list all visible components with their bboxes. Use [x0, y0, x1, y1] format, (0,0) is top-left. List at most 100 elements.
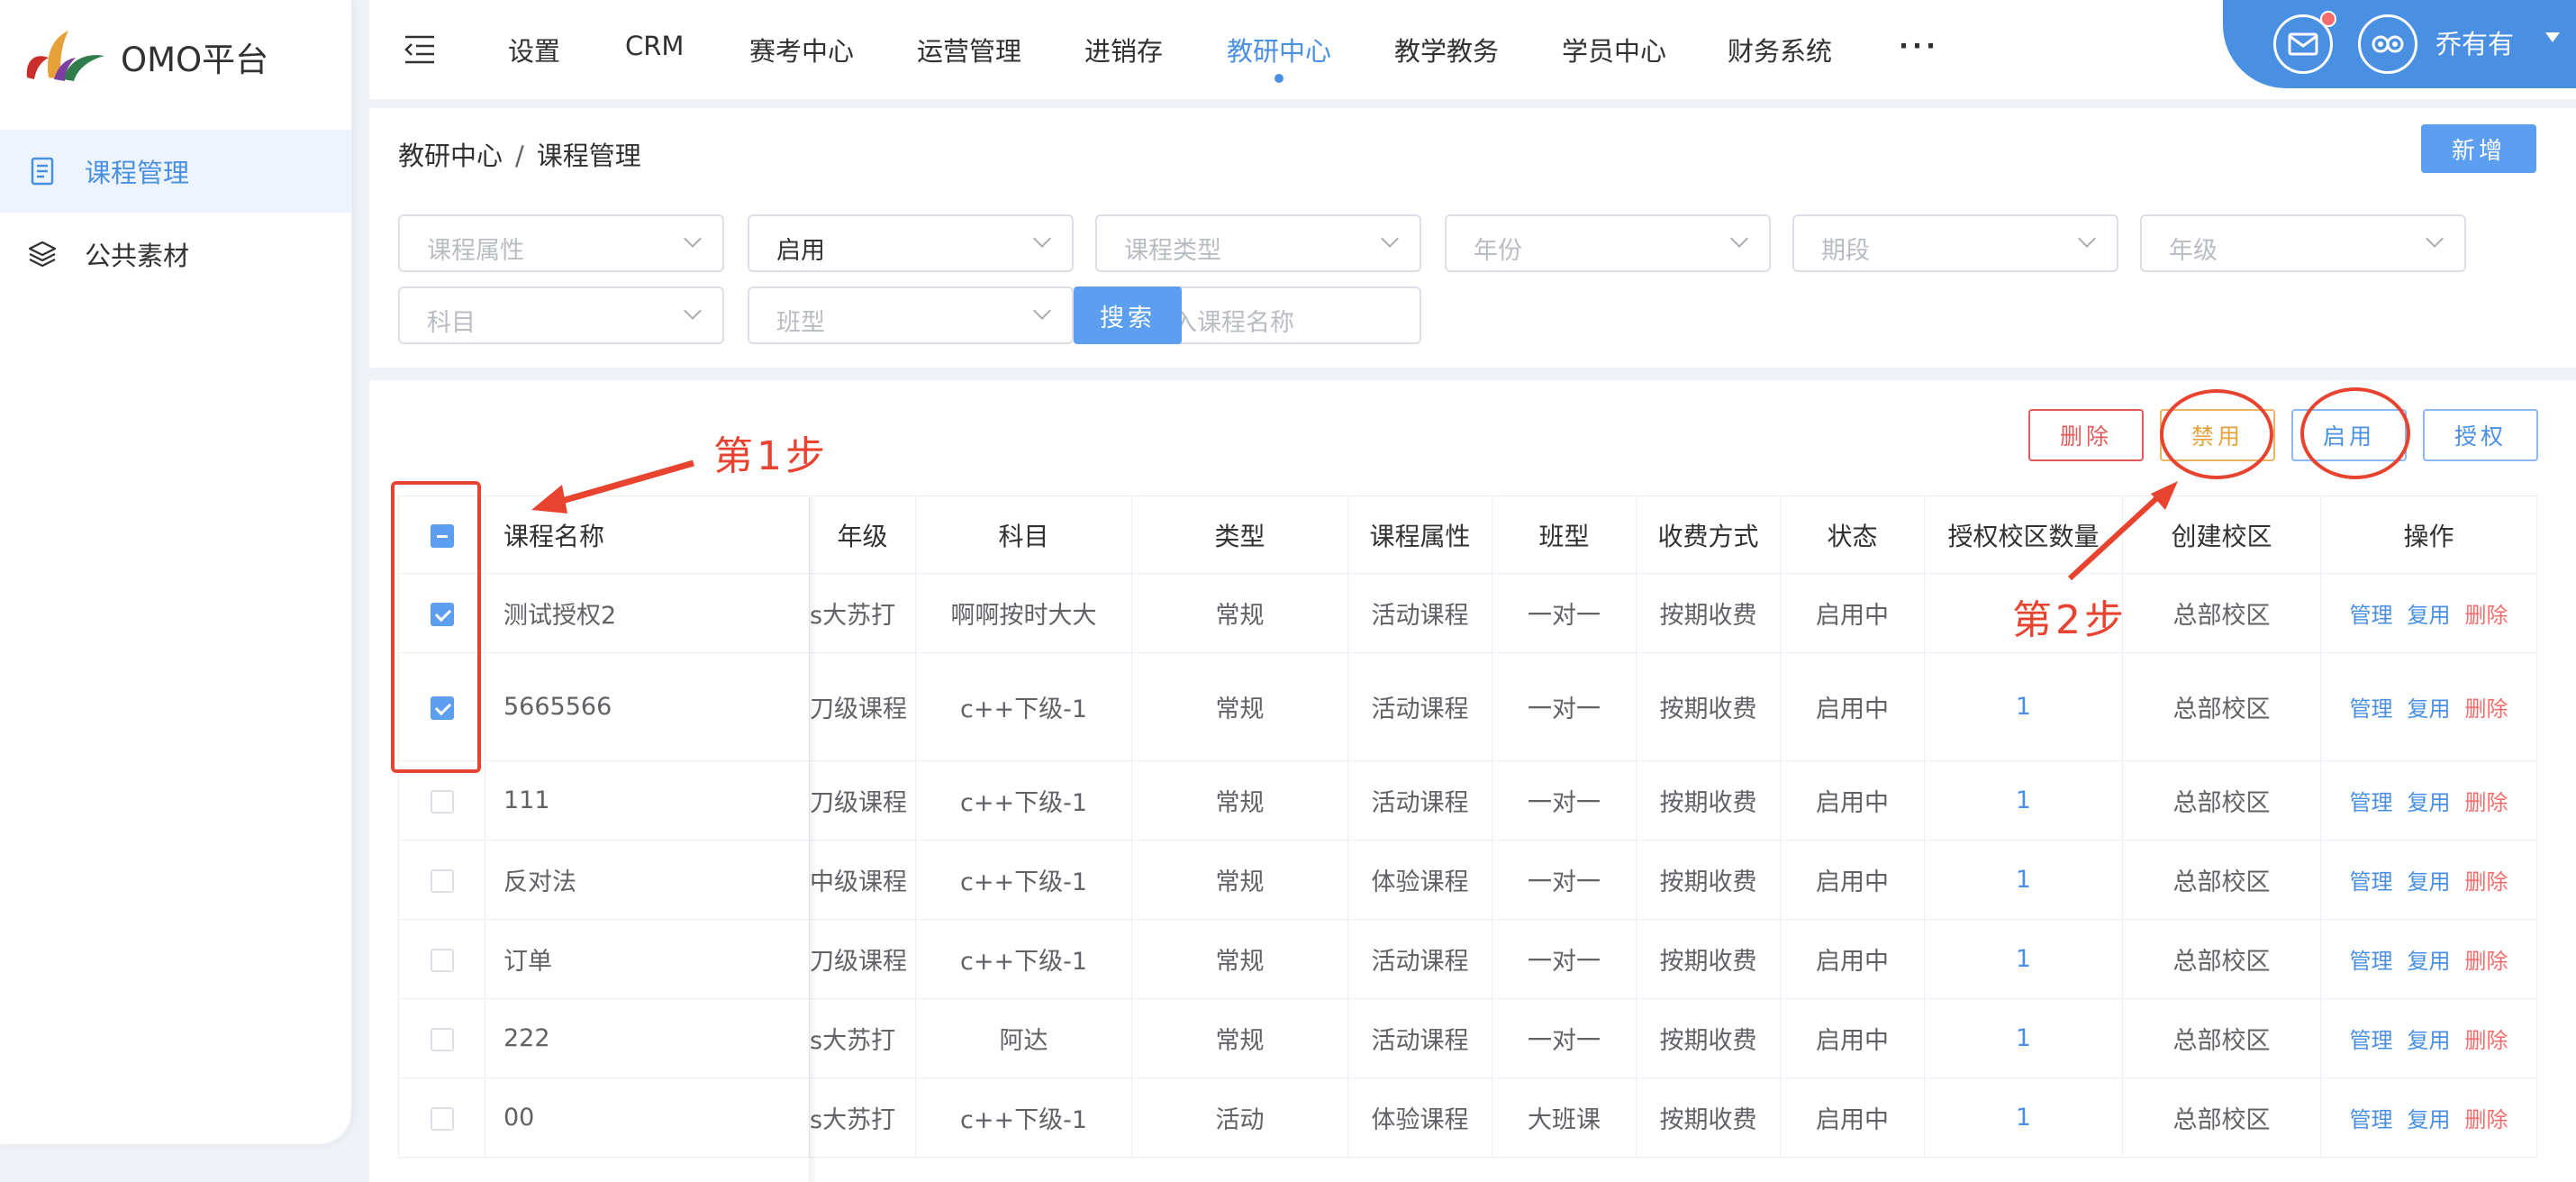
nav-settings[interactable]: 设置: [508, 31, 560, 68]
delete-link[interactable]: 删除: [2465, 1107, 2508, 1132]
manage-link[interactable]: 管理: [2350, 790, 2393, 815]
cell-type: 常规: [1131, 998, 1348, 1078]
step1-highlight-box: [391, 481, 481, 773]
nav-teaching-affairs[interactable]: 教学教务: [1394, 31, 1499, 68]
manage-link[interactable]: 管理: [2350, 1028, 2393, 1053]
delete-link[interactable]: 删除: [2465, 603, 2508, 628]
delete-link[interactable]: 删除: [2465, 1028, 2508, 1053]
sidebar-item-public-materials[interactable]: 公共素材: [0, 213, 351, 296]
search-button[interactable]: 搜索: [1074, 286, 1182, 344]
disable-highlight-circle: [2160, 389, 2273, 479]
reuse-link[interactable]: 复用: [2408, 790, 2451, 815]
chevron-down-icon: [2078, 230, 2096, 248]
cell-count: 1: [1924, 652, 2123, 761]
chevron-down-icon: [1033, 230, 1051, 248]
avatar[interactable]: [2358, 14, 2417, 74]
cell-name: 测试授权2: [485, 573, 810, 653]
row-checkbox[interactable]: [430, 1027, 454, 1051]
year-select[interactable]: 年份: [1445, 214, 1771, 272]
breadcrumb-current: 课程管理: [536, 141, 641, 171]
column-header: 类型: [1131, 496, 1348, 574]
layers-icon: [28, 241, 57, 268]
table-row: 5665566 刀级课程 c++下级-1 常规 活动课程 一对一 按期收费 启用中 1 总部校区管…: [398, 652, 2537, 761]
delete-link[interactable]: 删除: [2465, 696, 2508, 722]
cell-campus: 总部校区: [2122, 652, 2321, 761]
manage-link[interactable]: 管理: [2350, 869, 2393, 895]
fixed-column-shadow: [809, 497, 818, 1182]
authorize-button[interactable]: 授权: [2423, 409, 2538, 461]
brand-name: OMO平台: [121, 41, 269, 79]
cell-name: 222: [485, 998, 810, 1078]
cell-actions: 管理 复用 删除: [2320, 760, 2537, 841]
row-checkbox[interactable]: [430, 789, 454, 814]
manage-link[interactable]: 管理: [2350, 603, 2393, 628]
cell-status: 启用中: [1780, 760, 1925, 841]
course-type-select[interactable]: 课程类型: [1095, 214, 1421, 272]
select-placeholder: 年级: [2169, 237, 2218, 265]
delete-link[interactable]: 删除: [2465, 869, 2508, 895]
cell-grade: s大苏打: [809, 1077, 916, 1158]
cell-status: 启用中: [1780, 652, 1925, 761]
delete-link[interactable]: 删除: [2465, 949, 2508, 974]
subject-select[interactable]: 科目: [398, 286, 724, 344]
breadcrumb-parent[interactable]: 教研中心: [398, 141, 503, 171]
manage-link[interactable]: 管理: [2350, 696, 2393, 722]
cell-count: 1: [1924, 1077, 2123, 1158]
nav-operations[interactable]: 运营管理: [917, 31, 1021, 68]
cell-class-type: 一对一: [1492, 760, 1637, 841]
reuse-link[interactable]: 复用: [2408, 949, 2451, 974]
course-attr-select[interactable]: 课程属性: [398, 214, 724, 272]
table-row: 00 s大苏打 c++下级-1 活动 体验课程 大班课 按期收费 启用中 1 总部校区 管理 复用 删除: [398, 1077, 2537, 1158]
user-name[interactable]: 乔有有: [2435, 23, 2514, 61]
cell-subject: c++下级-1: [915, 1077, 1132, 1158]
add-button[interactable]: 新增: [2421, 124, 2536, 173]
cell-fee: 按期收费: [1636, 840, 1781, 920]
row-checkbox[interactable]: [430, 868, 454, 893]
column-header: 课程属性: [1347, 496, 1492, 574]
cell-class-type: 一对一: [1492, 998, 1637, 1078]
reuse-link[interactable]: 复用: [2408, 1028, 2451, 1053]
manage-link[interactable]: 管理: [2350, 949, 2393, 974]
cell-class-type: 一对一: [1492, 840, 1637, 920]
cell-status: 启用中: [1780, 573, 1925, 653]
class-type-select[interactable]: 班型: [748, 286, 1074, 344]
select-value: 启用: [776, 237, 825, 265]
table-row: 测试授权2 s大苏打 啊啊按时大大 常规 活动课程 一对一 按期收费 启用中 总部校区 管理 复用删…: [398, 573, 2537, 653]
nav-finance[interactable]: 财务系统: [1728, 31, 1832, 68]
reuse-link[interactable]: 复用: [2408, 696, 2451, 722]
cell-campus: 总部校区: [2122, 760, 2321, 841]
delete-link[interactable]: 删除: [2465, 790, 2508, 815]
reuse-link[interactable]: 复用: [2408, 603, 2451, 628]
cell-fee: 按期收费: [1636, 998, 1781, 1078]
row-checkbox[interactable]: [430, 1106, 454, 1131]
reuse-link[interactable]: 复用: [2408, 869, 2451, 895]
sidebar-item-label: 公共素材: [85, 241, 190, 271]
reuse-link[interactable]: 复用: [2408, 1107, 2451, 1132]
sidebar-item-course-management[interactable]: 课程管理: [0, 130, 351, 213]
cell-actions: 管理 复用 删除: [2320, 840, 2537, 920]
nav-student-center[interactable]: 学员中心: [1562, 31, 1666, 68]
top-navigation: 设置 CRM 赛考中心 运营管理 进销存 教研中心 教学教务 学员中心 财务系统…: [369, 0, 2576, 99]
nav-more[interactable]: ···: [1899, 31, 1939, 61]
nav-crm[interactable]: CRM: [625, 31, 684, 61]
delete-button[interactable]: 删除: [2028, 409, 2144, 461]
cell-campus: 总部校区: [2122, 919, 2321, 999]
manage-link[interactable]: 管理: [2350, 1107, 2393, 1132]
active-indicator: [1274, 74, 1283, 83]
row-checkbox[interactable]: [430, 948, 454, 972]
nav-inventory[interactable]: 进销存: [1084, 31, 1163, 68]
cell-grade: 中级课程: [809, 840, 916, 920]
cell-name: 反对法: [485, 840, 810, 920]
cell-status: 启用中: [1780, 840, 1925, 920]
status-select[interactable]: 启用: [748, 214, 1074, 272]
select-placeholder: 期段: [1821, 237, 1870, 265]
cell-grade: s大苏打: [809, 998, 916, 1078]
menu-collapse-icon[interactable]: [404, 34, 436, 65]
nav-research-center[interactable]: 教研中心: [1227, 31, 1331, 83]
sidebar-item-label: 课程管理: [85, 158, 190, 188]
period-select[interactable]: 期段: [1792, 214, 2118, 272]
chevron-down-icon[interactable]: [2545, 32, 2560, 42]
nav-exam-center[interactable]: 赛考中心: [749, 31, 854, 68]
grade-select[interactable]: 年级: [2140, 214, 2466, 272]
select-placeholder: 课程属性: [427, 237, 524, 265]
